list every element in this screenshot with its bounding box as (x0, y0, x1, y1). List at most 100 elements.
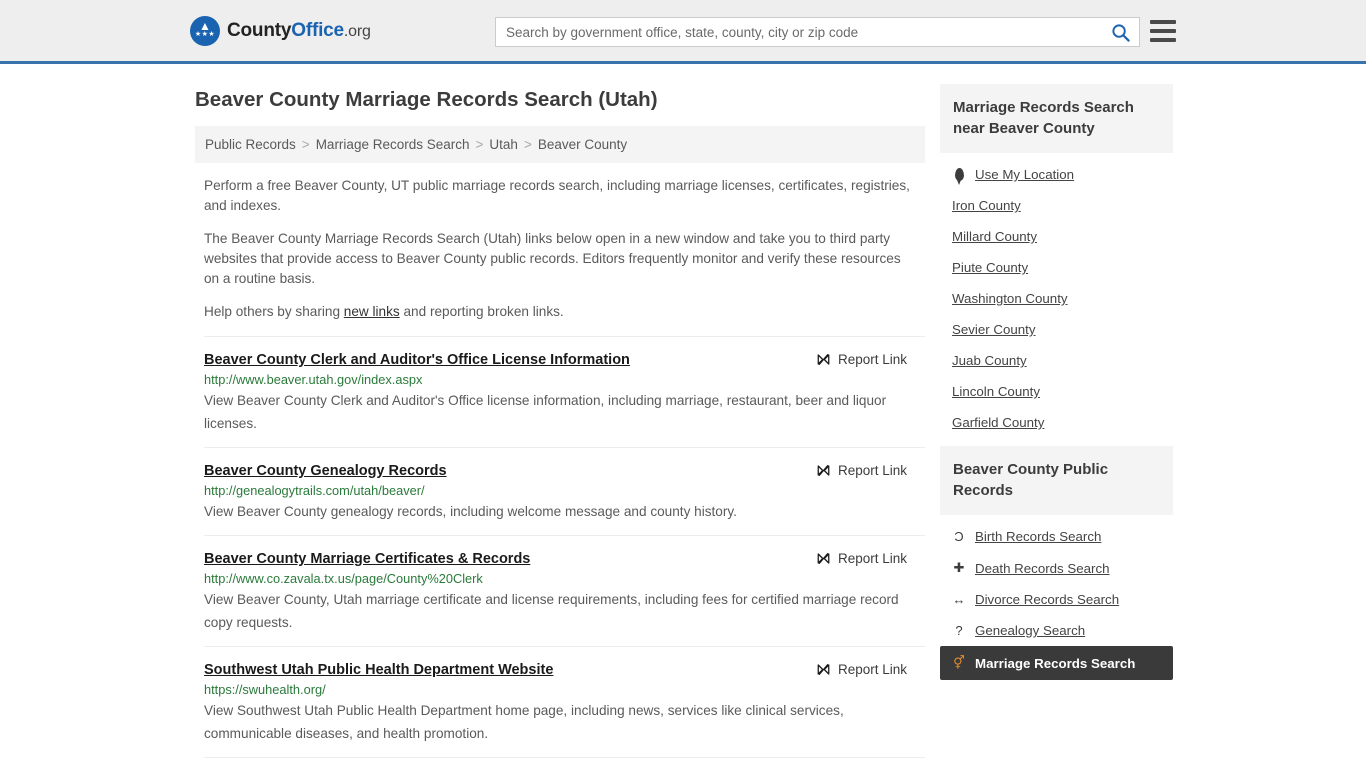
nearby-county-link[interactable]: Juab County (952, 353, 1027, 368)
brand-part-tld: .org (343, 22, 371, 40)
nearby-county-link[interactable]: Millard County (952, 229, 1037, 244)
main-column: Beaver County Marriage Records Search (U… (195, 64, 925, 758)
hamburger-bar (1150, 29, 1176, 33)
nearby-county-link[interactable]: Garfield County (952, 415, 1044, 430)
public-records-link[interactable]: Birth Records Search (975, 529, 1101, 544)
result-url: https://swuhealth.org/ (204, 682, 326, 697)
eagle-seal-icon: ▲ ★★★ (190, 15, 220, 46)
nearby-county-link[interactable]: Piute County (952, 260, 1028, 275)
result-header: Beaver County Marriage Certificates & Re… (204, 550, 925, 568)
public-records-link[interactable]: Divorce Records Search (975, 592, 1119, 607)
result-description: View Beaver County, Utah marriage certif… (204, 592, 899, 630)
public-records-panel: Beaver County Public Records Ɔ Birth Reco… (940, 446, 1173, 680)
site-logo[interactable]: ▲ ★★★ CountyOffice.org (190, 15, 371, 46)
public-records-item[interactable]: ✚ Death Records Search (940, 552, 1173, 584)
nearby-county-link[interactable]: Iron County (952, 198, 1021, 213)
intro-paragraph-1: Perform a free Beaver County, UT public … (204, 178, 910, 213)
nearby-county-item[interactable]: Lincoln County (940, 376, 1173, 407)
nearby-county-list: Use My Location Iron County Millard County… (940, 153, 1173, 438)
result-header: Beaver County Clerk and Auditor's Office… (204, 351, 925, 369)
broken-link-icon (817, 353, 830, 366)
public-records-item[interactable]: Ɔ Birth Records Search (940, 521, 1173, 552)
venus-mars-icon: ⚥ (953, 655, 965, 670)
result-url: http://www.co.zavala.tx.us/page/County%2… (204, 571, 483, 586)
cross-icon: ✚ (953, 560, 965, 575)
report-link-label: Report Link (837, 352, 907, 367)
breadcrumb-item[interactable]: Utah (489, 137, 518, 152)
result-title-link[interactable]: Beaver County Clerk and Auditor's Office… (204, 351, 630, 369)
breadcrumb-item[interactable]: Beaver County (538, 137, 627, 152)
nearby-county-item[interactable]: Iron County (940, 190, 1173, 221)
page-title: Beaver County Marriage Records Search (U… (195, 88, 658, 111)
public-records-list: Ɔ Birth Records Search ✚ Death Records Sear… (940, 515, 1173, 680)
page-body: Beaver County Marriage Records Search (U… (0, 64, 1366, 758)
intro-p3-after: and reporting broken links. (399, 304, 564, 319)
nearby-county-item[interactable]: Piute County (940, 252, 1173, 283)
result-description: View Beaver County genealogy records, in… (204, 504, 737, 519)
intro-text: Perform a free Beaver County, UT public … (195, 176, 925, 322)
public-records-item[interactable]: ? Genealogy Search (940, 615, 1173, 646)
nearby-county-item[interactable]: Washington County (940, 283, 1173, 314)
hamburger-bar (1150, 38, 1176, 42)
nearby-county-link[interactable]: Lincoln County (952, 384, 1040, 399)
brand-part-county: County (227, 19, 292, 41)
report-link-label: Report Link (837, 662, 907, 677)
result-item: Beaver County Genealogy Records Report Li… (204, 448, 925, 536)
breadcrumb-item[interactable]: Public Records (205, 137, 296, 152)
result-title-link[interactable]: Beaver County Genealogy Records (204, 462, 447, 480)
search-bar (495, 17, 1140, 47)
nearby-county-item[interactable]: Garfield County (940, 407, 1173, 438)
nearby-county-item[interactable]: Millard County (940, 221, 1173, 252)
intro-paragraph-2: The Beaver County Marriage Records Searc… (204, 231, 901, 286)
baby-icon: Ɔ (954, 529, 964, 544)
broken-link-icon (817, 663, 830, 676)
result-url: http://genealogytrails.com/utah/beaver/ (204, 483, 425, 498)
results-list: Beaver County Clerk and Auditor's Office… (195, 336, 925, 758)
report-link-button[interactable]: Report Link (816, 351, 907, 367)
brand-part-office: Office (291, 19, 344, 41)
report-link-button[interactable]: Report Link (816, 661, 907, 677)
public-records-item[interactable]: ⚥ Marriage Records Search (940, 646, 1173, 680)
nearby-panel-heading: Marriage Records Search near Beaver Coun… (940, 84, 1173, 153)
result-title-link[interactable]: Beaver County Marriage Certificates & Re… (204, 550, 530, 568)
site-header: ▲ ★★★ CountyOffice.org (0, 0, 1366, 64)
brand-wordmark: CountyOffice.org (227, 20, 371, 42)
public-records-link[interactable]: Death Records Search (975, 561, 1110, 576)
question-mark-icon: ? (955, 623, 963, 638)
report-link-button[interactable]: Report Link (816, 462, 907, 478)
hamburger-bar (1150, 20, 1176, 24)
double-arrow-icon: ↔ (952, 592, 966, 607)
result-item: Southwest Utah Public Health Department … (204, 647, 925, 758)
result-title-link[interactable]: Southwest Utah Public Health Department … (204, 661, 553, 679)
new-links-link[interactable]: new links (344, 304, 400, 319)
nearby-panel: Marriage Records Search near Beaver Coun… (940, 84, 1173, 438)
hamburger-menu-icon[interactable] (1150, 20, 1176, 42)
result-item: Beaver County Marriage Certificates & Re… (204, 536, 925, 647)
broken-link-icon (817, 464, 830, 477)
result-item: Beaver County Clerk and Auditor's Office… (204, 336, 925, 448)
nearby-county-link[interactable]: Use My Location (975, 167, 1074, 182)
breadcrumb: Public Records > Marriage Records Search > U… (195, 126, 925, 163)
result-description: View Beaver County Clerk and Auditor's O… (204, 393, 887, 431)
broken-link-icon (817, 552, 830, 565)
sidebar: Marriage Records Search near Beaver Coun… (940, 64, 1173, 758)
nearby-county-link[interactable]: Sevier County (952, 322, 1036, 337)
nearby-county-item[interactable]: Juab County (940, 345, 1173, 376)
breadcrumb-separator: > (475, 137, 484, 152)
breadcrumb-item[interactable]: Marriage Records Search (316, 137, 470, 152)
public-records-link[interactable]: Marriage Records Search (975, 656, 1135, 671)
public-records-item[interactable]: ↔ Divorce Records Search (940, 584, 1173, 615)
result-url: http://www.beaver.utah.gov/index.aspx (204, 372, 423, 387)
report-link-button[interactable]: Report Link (816, 550, 907, 566)
nearby-county-link[interactable]: Washington County (952, 291, 1068, 306)
public-records-link[interactable]: Genealogy Search (975, 623, 1085, 638)
search-input[interactable] (496, 18, 1101, 46)
intro-p3-before: Help others by sharing (204, 304, 344, 319)
result-header: Southwest Utah Public Health Department … (204, 661, 925, 679)
public-records-panel-heading: Beaver County Public Records (940, 446, 1173, 515)
breadcrumb-separator: > (523, 137, 532, 152)
nearby-county-item[interactable]: Use My Location (940, 159, 1173, 190)
breadcrumb-separator: > (301, 137, 310, 152)
search-button[interactable] (1101, 18, 1139, 46)
nearby-county-item[interactable]: Sevier County (940, 314, 1173, 345)
